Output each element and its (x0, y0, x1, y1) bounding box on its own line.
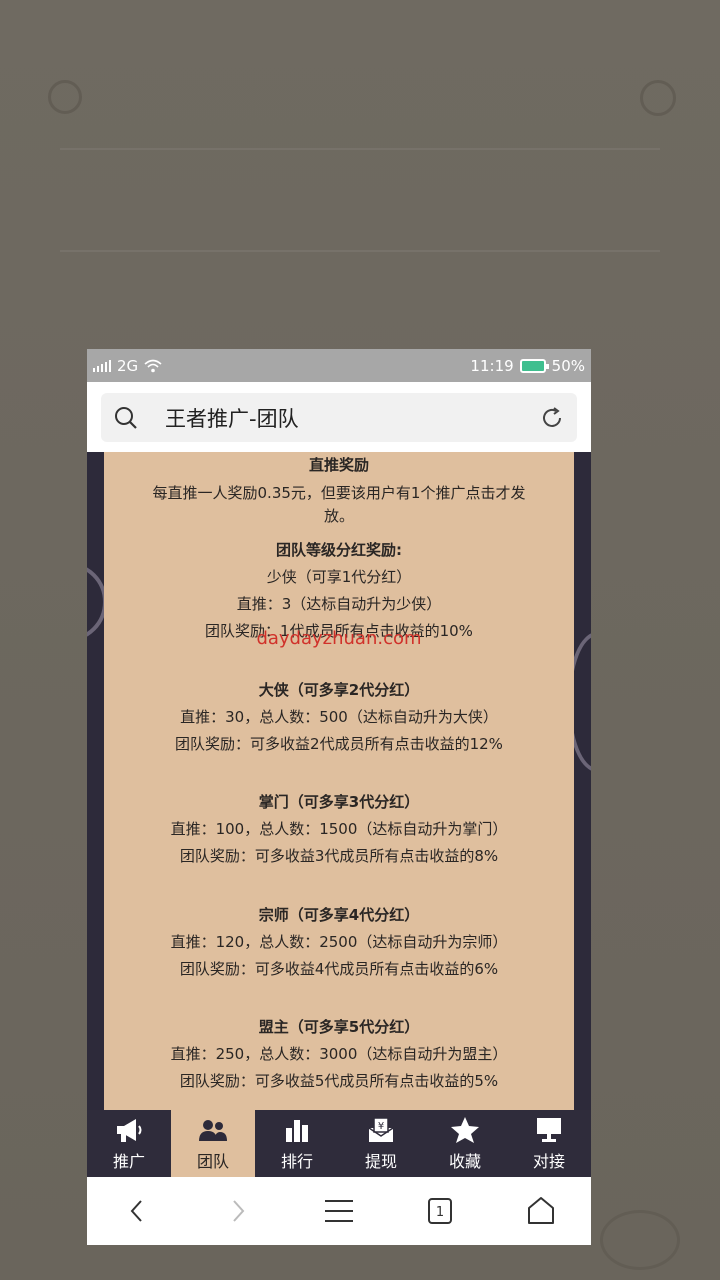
tab-label: 排行 (280, 1151, 313, 1171)
tab-label: 收藏 (448, 1151, 481, 1171)
menu-icon (324, 1200, 353, 1222)
level-requirement: 直推：30，总人数：500（达标自动升为大侠） (180, 708, 498, 726)
direct-reward-section: 直推奖励 每直推一人奖励0.35元，但要该用户有1个推广点击才发 放。 (104, 452, 574, 527)
team-level-1: 大侠（可多享2代分红） 直推：30，总人数：500（达标自动升为大侠） 团队奖励… (104, 677, 574, 758)
tab-connect[interactable]: 对接 (507, 1110, 591, 1177)
monitor-icon (537, 1117, 561, 1142)
bg-circle (640, 80, 676, 116)
wifi-icon (144, 359, 162, 372)
tab-team[interactable]: 团队 (171, 1110, 255, 1177)
withdraw-icon: ¥ (368, 1116, 394, 1142)
network-type: 2G (117, 356, 139, 375)
level-reward: 团队奖励：可多收益2代成员所有点击收益的12% (175, 735, 503, 753)
team-level-3: 宗师（可多享4代分红） 直推：120，总人数：2500（达标自动升为宗师） 团队… (104, 902, 574, 983)
tab-ranking[interactable]: 排行 (255, 1110, 339, 1177)
team-icon (199, 1119, 227, 1141)
team-level-2: 掌门（可多享3代分红） 直推：100，总人数：1500（达标自动升为掌门） 团队… (104, 789, 574, 870)
team-reward-title: 团队等级分红奖励: (276, 541, 402, 559)
forward-button[interactable] (208, 1186, 268, 1236)
rules-panel: 直推奖励 每直推一人奖励0.35元，但要该用户有1个推广点击才发 放。 团队等级… (104, 452, 574, 1110)
tab-label: 推广 (112, 1151, 145, 1171)
direct-reward-text-1: 每直推一人奖励0.35元，但要该用户有1个推广点击才发 (152, 484, 526, 502)
status-bar: 2G 11:19 50% (87, 349, 591, 382)
tab-count: 1 (436, 1205, 444, 1220)
browser-nav-bar: 1 (87, 1177, 591, 1245)
level-requirement: 直推：120，总人数：2500（达标自动升为宗师） (170, 933, 508, 951)
level-title: 掌门（可多享3代分红） (258, 793, 420, 811)
phone-screen: 2G 11:19 50% 王者推广-团队 直推奖励 每直推一人奖励0.35元，但… (87, 349, 591, 1245)
level-requirement: 直推：3（达标自动升为少侠） (236, 595, 442, 613)
tab-label: 团队 (196, 1151, 229, 1171)
bg-circle (48, 80, 82, 114)
signal-icon (93, 359, 111, 372)
tabs-button[interactable]: 1 (410, 1186, 470, 1236)
home-button[interactable] (511, 1186, 571, 1236)
home-icon (527, 1197, 554, 1224)
bg-divider (60, 250, 660, 252)
tabs-icon: 1 (427, 1198, 452, 1224)
refresh-icon[interactable] (539, 405, 565, 431)
level-title: 宗师（可多享4代分红） (258, 906, 420, 924)
level-requirement: 直推：100，总人数：1500（达标自动升为掌门） (170, 820, 508, 838)
star-icon (451, 1116, 479, 1143)
level-reward: 团队奖励：可多收益5代成员所有点击收益的5% (179, 1072, 499, 1090)
tab-favorites[interactable]: 收藏 (423, 1110, 507, 1177)
level-title: 盟主（可多享5代分红） (258, 1018, 420, 1036)
level-requirement: 直推：250，总人数：3000（达标自动升为盟主） (170, 1045, 508, 1063)
browser-toolbar: 王者推广-团队 (87, 382, 591, 452)
level-reward: 团队奖励：可多收益3代成员所有点击收益的8% (179, 847, 499, 865)
watermark: daydayzhuan.com (256, 628, 422, 649)
megaphone-icon (117, 1118, 142, 1142)
menu-button[interactable] (309, 1186, 369, 1236)
team-level-4: 盟主（可多享5代分红） 直推：250，总人数：3000（达标自动升为盟主） 团队… (104, 1014, 574, 1095)
tab-promote[interactable]: 推广 (87, 1110, 171, 1177)
page-title[interactable]: 王者推广-团队 (165, 403, 539, 433)
bg-circle (600, 1210, 680, 1270)
level-reward: 团队奖励：可多收益4代成员所有点击收益的6% (179, 960, 499, 978)
page-content: 直推奖励 每直推一人奖励0.35元，但要该用户有1个推广点击才发 放。 团队等级… (87, 452, 591, 1110)
battery-icon (519, 358, 549, 373)
search-icon[interactable] (113, 405, 139, 431)
svg-text:¥: ¥ (378, 1121, 384, 1132)
tab-label: 对接 (532, 1151, 565, 1171)
direct-reward-text-2: 放。 (323, 507, 354, 525)
battery-level: 50% (551, 356, 585, 375)
direct-reward-title: 直推奖励 (308, 456, 369, 474)
chevron-right-icon (233, 1200, 245, 1222)
level-title: 少侠（可享1代分红） (266, 568, 412, 586)
clock: 11:19 (470, 356, 514, 375)
tab-label: 提现 (364, 1151, 397, 1171)
tab-withdraw[interactable]: ¥ 提现 (339, 1110, 423, 1177)
level-title: 大侠（可多享2代分红） (258, 681, 420, 699)
back-button[interactable] (107, 1186, 167, 1236)
bg-divider (60, 148, 660, 150)
bottom-tab-bar: 推广 团队 排行 ¥ 提现 收藏 对接 (87, 1110, 591, 1177)
address-bar[interactable]: 王者推广-团队 (101, 393, 577, 442)
ranking-bars-icon (286, 1119, 308, 1142)
chevron-left-icon (131, 1200, 143, 1222)
